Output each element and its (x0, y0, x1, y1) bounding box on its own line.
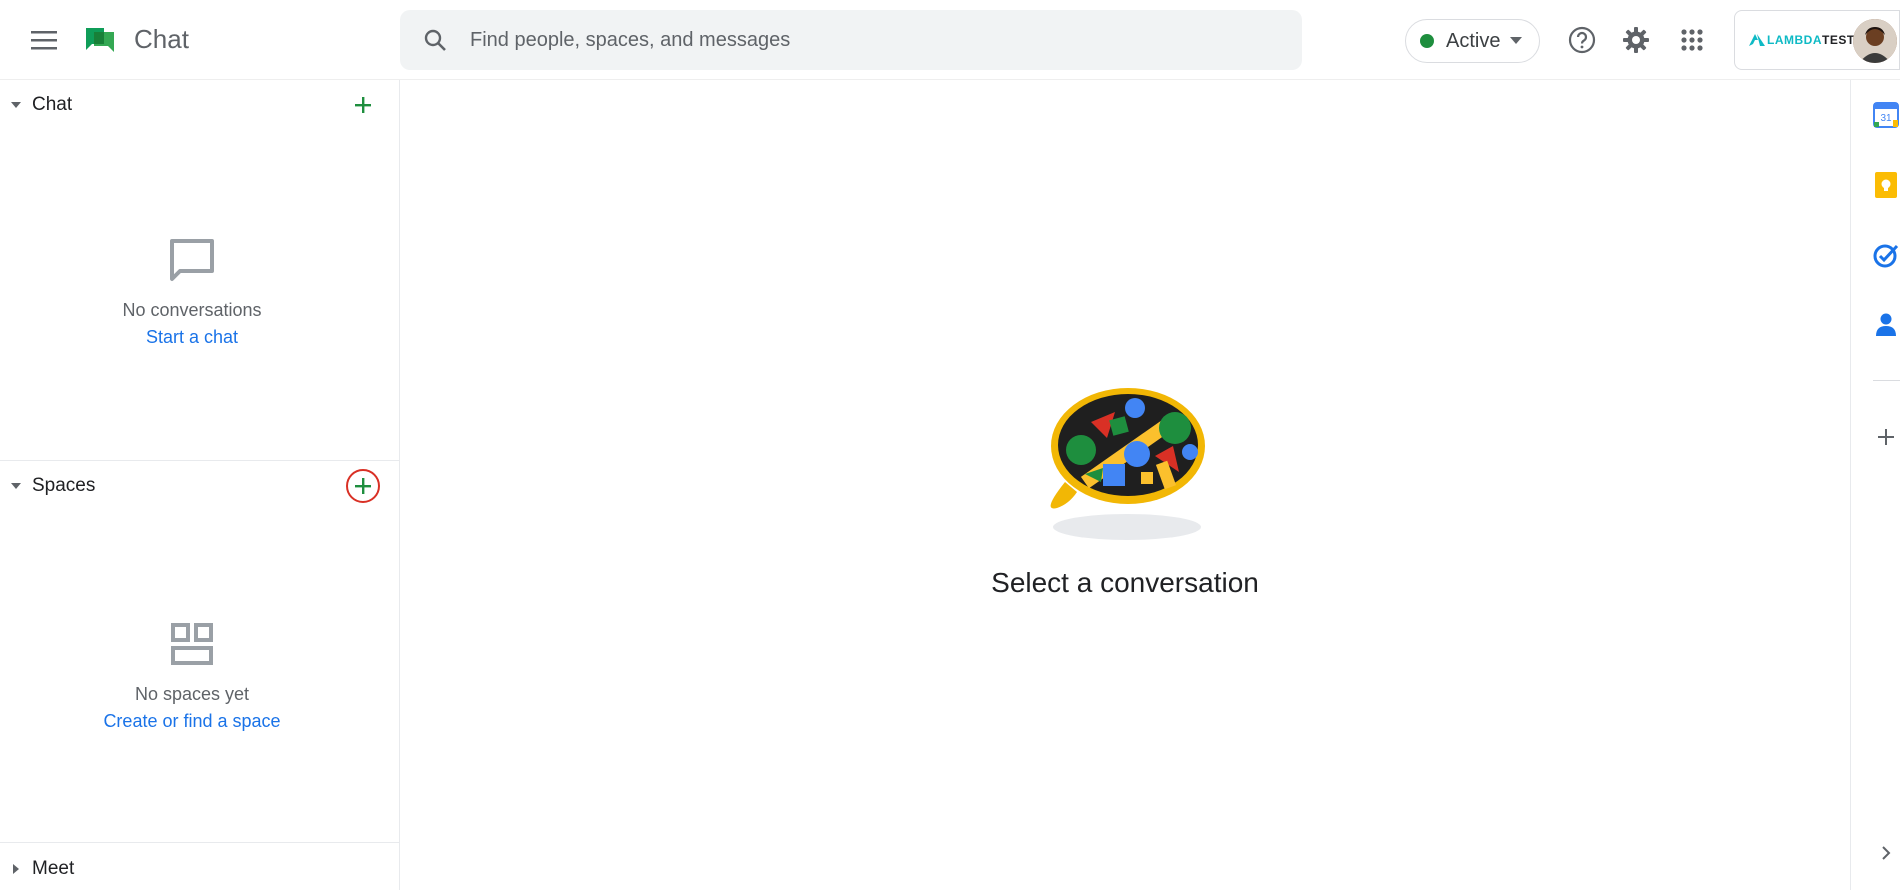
calendar-icon[interactable]: 31 (1871, 100, 1900, 130)
chat-section-title: Chat (32, 94, 73, 115)
chat-section-header[interactable]: Chat (0, 80, 399, 130)
tasks-icon[interactable] (1871, 240, 1900, 270)
calendar-day: 31 (1880, 113, 1892, 124)
account-brand: LAMBDA TEST (1767, 33, 1855, 47)
section-divider (0, 842, 399, 843)
spaces-section-title: Spaces (32, 475, 96, 496)
brand-prefix: LAMBDA (1767, 33, 1822, 47)
chat-bubble-icon (0, 238, 384, 282)
brand-suffix: TEST (1822, 33, 1855, 47)
caret-down-icon[interactable] (0, 483, 32, 489)
caret-down-icon (1510, 37, 1523, 44)
apps-grid-icon (1681, 29, 1703, 51)
status-dropdown[interactable]: Active (1405, 19, 1540, 63)
lambdatest-logo-icon (1749, 34, 1765, 46)
status-label: Active (1446, 29, 1501, 52)
spaces-section-header[interactable]: Spaces (0, 461, 399, 511)
help-icon (1568, 26, 1596, 54)
chat-logo-icon (82, 22, 118, 58)
top-bar: Chat Active (0, 0, 1900, 80)
create-space-link[interactable]: Create or find a space (0, 711, 384, 732)
caret-right-icon[interactable] (0, 864, 32, 874)
search-bar[interactable] (400, 10, 1302, 70)
chat-empty-message: No conversations (122, 300, 262, 320)
meet-section-header[interactable]: Meet (0, 844, 399, 894)
contacts-icon[interactable] (1871, 310, 1900, 340)
side-panel-rail: 31 (1851, 80, 1900, 890)
spaces-grid-icon (0, 622, 384, 666)
sidebar: Chat No conversations Start a chat Space… (0, 80, 400, 890)
add-icon[interactable] (1871, 422, 1900, 452)
spaces-empty-message: No spaces yet (134, 684, 250, 704)
chat-empty-state: No conversations Start a chat (0, 238, 384, 348)
caret-down-icon[interactable] (0, 102, 32, 108)
search-icon[interactable] (400, 28, 470, 52)
start-chat-link[interactable]: Start a chat (0, 327, 384, 348)
meet-section-title: Meet (32, 858, 75, 879)
account-switcher[interactable]: LAMBDA TEST (1734, 10, 1900, 70)
settings-button[interactable] (1618, 22, 1654, 58)
main-menu-button[interactable] (26, 22, 62, 58)
search-input[interactable] (470, 28, 1270, 52)
help-button[interactable] (1564, 22, 1600, 58)
create-space-button[interactable] (346, 469, 380, 503)
start-chat-button[interactable] (346, 88, 380, 122)
gear-icon (1623, 27, 1649, 53)
spaces-empty-state: No spaces yet Create or find a space (0, 622, 384, 732)
avatar[interactable] (1853, 19, 1897, 63)
plus-icon (355, 97, 371, 113)
app-title: Chat (134, 24, 189, 54)
select-conversation-text: Select a conversation (991, 567, 1259, 598)
hamburger-menu-icon (31, 31, 57, 50)
status-indicator (1420, 34, 1434, 48)
rail-divider (1873, 380, 1900, 381)
conversation-illustration (1045, 382, 1215, 540)
plus-icon (355, 478, 371, 494)
chevron-right-icon[interactable] (1871, 838, 1900, 868)
apps-launcher-button[interactable] (1674, 22, 1710, 58)
keep-icon[interactable] (1871, 170, 1900, 200)
